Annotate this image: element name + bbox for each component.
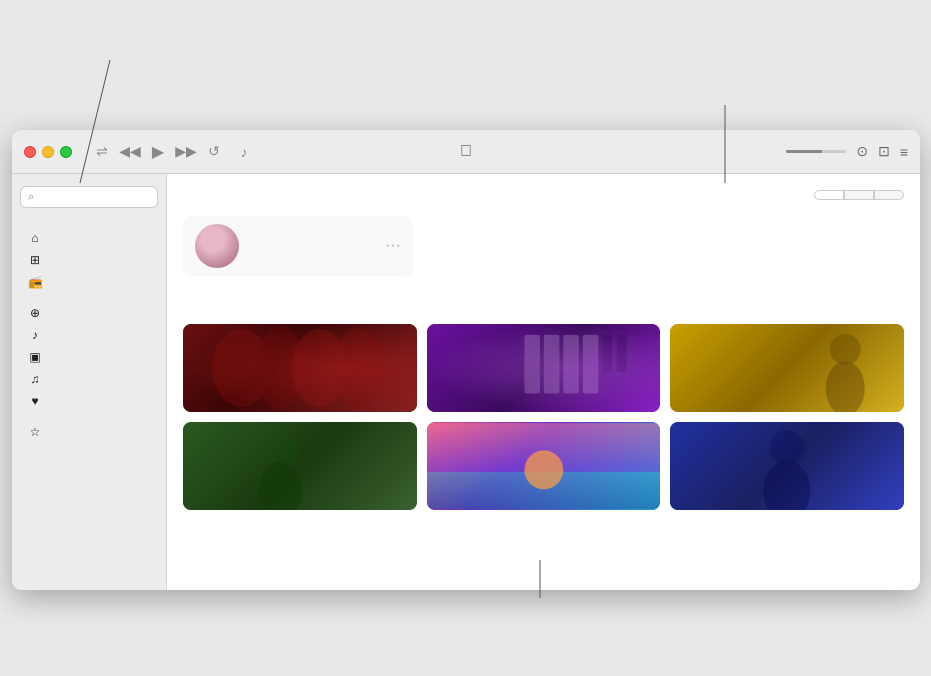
search-icon: ⌕ xyxy=(28,191,34,204)
recently-searched-section: ··· xyxy=(183,216,904,276)
recent-item-kacey[interactable]: ··· xyxy=(183,216,413,276)
main-content: ··· xyxy=(167,174,920,590)
search-input[interactable] xyxy=(39,190,150,204)
tab-apple-music[interactable] xyxy=(814,190,844,200)
callout-right xyxy=(631,10,911,51)
airplay-icon[interactable]: ⊙ xyxy=(856,143,868,160)
minimize-button[interactable] xyxy=(42,146,54,158)
queue-icon[interactable]: ≡ xyxy=(900,144,908,160)
volume-slider[interactable] xyxy=(786,150,846,153)
shuffle-button[interactable]: ⇌ xyxy=(92,142,112,162)
callout-bottom xyxy=(180,626,560,667)
albums-icon: ▣ xyxy=(28,350,42,364)
apple-logo-area:  xyxy=(460,143,472,161)
tab-bar xyxy=(183,190,904,200)
play-button[interactable]: ▶ xyxy=(148,142,168,162)
classical-bg xyxy=(427,324,661,412)
prev-button[interactable]: ◀◀ xyxy=(120,142,140,162)
titlebar-right-controls: ⊙ ⊡ ≡ xyxy=(786,143,908,160)
new-icon: ⊞ xyxy=(28,253,42,267)
sidebar-section-playlists xyxy=(12,443,166,452)
category-alternative[interactable] xyxy=(183,422,417,510)
sidebar-section-library xyxy=(12,293,166,302)
traffic-lights xyxy=(24,146,72,158)
close-button[interactable] xyxy=(24,146,36,158)
sidebar-item-artists[interactable]: ♪ xyxy=(16,324,162,346)
sidebar-item-itunes-store[interactable]: ☆ xyxy=(16,421,162,443)
songs-icon: ♫ xyxy=(28,372,42,386)
playback-controls: ⇌ ◀◀ ▶ ▶▶ ↺ xyxy=(92,142,224,162)
sidebar-item-albums[interactable]: ▣ xyxy=(16,346,162,368)
sidebar-item-songs[interactable]: ♫ xyxy=(16,368,162,390)
sidebar-item-radio[interactable]: 📻 xyxy=(16,271,162,293)
categories-grid xyxy=(183,324,904,510)
category-summertime-sounds[interactable] xyxy=(427,422,661,510)
sidebar-item-made-for-you[interactable]: ♥ xyxy=(16,390,162,412)
more-options-button[interactable]: ··· xyxy=(385,237,401,255)
radio-icon: 📻 xyxy=(28,275,42,289)
artist-avatar xyxy=(195,224,239,268)
category-classical[interactable] xyxy=(427,324,661,412)
recently-added-icon: ⊕ xyxy=(28,306,42,320)
spatial-audio-bg xyxy=(183,324,417,412)
sidebar-section-apple-music xyxy=(12,218,166,227)
categories-header xyxy=(183,300,904,312)
next-button[interactable]: ▶▶ xyxy=(176,142,196,162)
itunes-store-icon: ☆ xyxy=(28,425,42,439)
category-spatial-audio[interactable] xyxy=(183,324,417,412)
made-for-you-icon: ♥ xyxy=(28,394,42,408)
titlebar: ⇌ ◀◀ ▶ ▶▶ ↺ ♪  ⊙ ⊡ ≡ xyxy=(12,130,920,174)
avatar-image xyxy=(195,224,239,268)
tab-itunes-store[interactable] xyxy=(874,190,904,200)
repeat-button[interactable]: ↺ xyxy=(204,142,224,162)
category-hip-hop[interactable] xyxy=(670,422,904,510)
note-icon: ♪ xyxy=(234,142,254,162)
apple-logo-icon:  xyxy=(460,143,472,161)
home-icon: ⌂ xyxy=(28,231,42,245)
callout-left xyxy=(60,22,240,42)
sidebar-item-home[interactable]: ⌂ xyxy=(16,227,162,249)
main-layout: ⌕ ⌂ ⊞ 📻 ⊕ ♪ xyxy=(12,174,920,590)
sidebar-item-new[interactable]: ⊞ xyxy=(16,249,162,271)
tab-your-library[interactable] xyxy=(844,190,874,200)
artists-icon: ♪ xyxy=(28,328,42,342)
category-country[interactable] xyxy=(670,324,904,412)
app-window: ⇌ ◀◀ ▶ ▶▶ ↺ ♪  ⊙ ⊡ ≡ ⌕ ⌂ xyxy=(12,130,920,590)
lyrics-icon[interactable]: ⊡ xyxy=(878,143,890,160)
sidebar-item-recently-added[interactable]: ⊕ xyxy=(16,302,162,324)
sidebar-section-store xyxy=(12,412,166,421)
browse-categories-section xyxy=(183,300,904,510)
sidebar: ⌕ ⌂ ⊞ 📻 ⊕ ♪ xyxy=(12,174,167,590)
maximize-button[interactable] xyxy=(60,146,72,158)
search-box[interactable]: ⌕ xyxy=(20,186,158,208)
